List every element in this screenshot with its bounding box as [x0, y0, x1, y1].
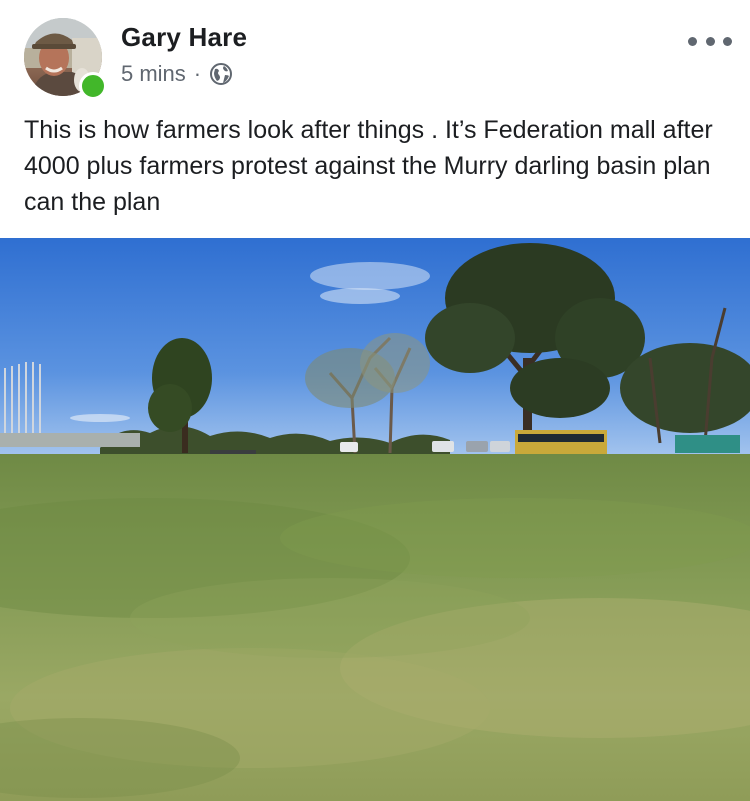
more-options-icon[interactable]: [688, 28, 732, 54]
online-status-dot: [79, 72, 107, 100]
author-name[interactable]: Gary Hare: [121, 22, 247, 53]
post-text: This is how farmers look after things . …: [24, 116, 713, 216]
post-timestamp[interactable]: 5 mins: [121, 61, 186, 87]
post-meta: 5 mins ·: [121, 60, 233, 88]
globe-icon[interactable]: [209, 62, 233, 86]
meta-separator: ·: [193, 61, 202, 86]
post-header: Gary Hare 5 mins ·: [0, 0, 750, 108]
park-lawn-photo[interactable]: [0, 238, 750, 801]
feed-post: Gary Hare 5 mins · This is how farmers l…: [0, 0, 750, 801]
